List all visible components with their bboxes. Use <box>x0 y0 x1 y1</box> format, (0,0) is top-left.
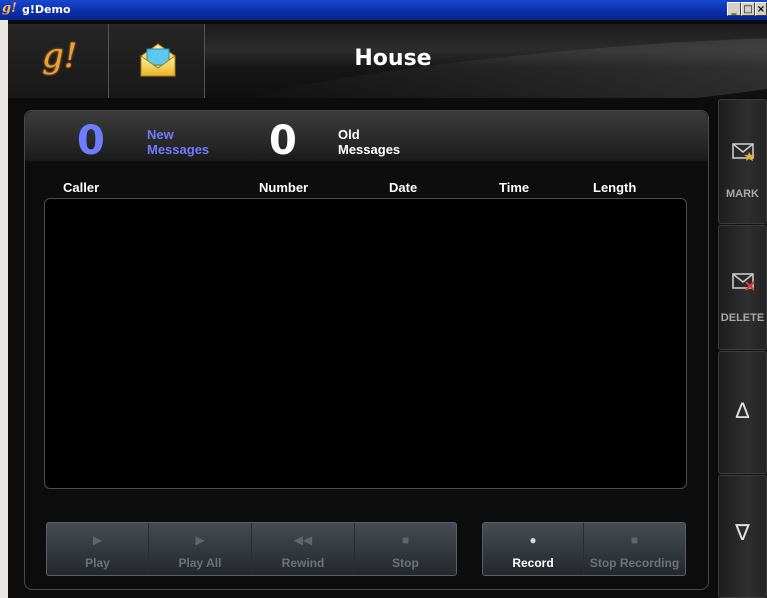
mail-button[interactable] <box>109 24 205 98</box>
delete-envelope-icon <box>732 273 755 291</box>
scroll-up-button[interactable]: Δ <box>718 351 767 474</box>
window-title-bar: g! g!Demo _ □ × <box>0 0 767 20</box>
logo-button[interactable]: g! <box>8 24 109 98</box>
play-all-button[interactable]: ▶ Play All <box>149 523 252 575</box>
header: g! House <box>8 24 767 98</box>
play-all-icon: ▶ <box>195 533 205 547</box>
column-header-caller[interactable]: Caller <box>63 180 99 195</box>
mark-envelope-icon <box>732 143 755 161</box>
rewind-button[interactable]: ◀◀ Rewind <box>252 523 355 575</box>
envelope-icon <box>140 43 176 77</box>
new-messages-count: 0 <box>77 118 105 164</box>
minimize-icon[interactable]: _ <box>727 2 741 16</box>
page-title: House <box>354 46 432 71</box>
right-sidebar: MARK DELETE Δ ∇ <box>718 99 767 598</box>
rewind-icon: ◀◀ <box>293 533 313 547</box>
app-area: g! House 0 New Messages 0 Old Messages C… <box>8 20 767 598</box>
column-header-length[interactable]: Length <box>593 180 636 195</box>
old-label-line2: Messages <box>338 142 401 157</box>
record-label: Record <box>512 556 554 570</box>
g-app-icon: g! <box>2 1 17 16</box>
g-logo: g! <box>42 36 78 76</box>
stop-label: Stop <box>392 556 419 570</box>
down-arrow-icon: ∇ <box>735 520 750 545</box>
delete-label: DELETE <box>720 312 765 324</box>
play-all-label: Play All <box>178 556 222 570</box>
new-label-line2: Messages <box>147 142 210 157</box>
close-icon[interactable]: × <box>755 2 767 16</box>
old-messages-label: Old Messages <box>338 127 400 157</box>
window-title: g!Demo <box>22 3 71 16</box>
play-label: Play <box>85 556 110 570</box>
record-icon: ● <box>529 533 537 547</box>
column-header-time[interactable]: Time <box>499 180 529 195</box>
maximize-icon[interactable]: □ <box>741 2 755 16</box>
new-messages-label: New Messages <box>147 127 209 157</box>
stop-recording-label: Stop Recording <box>589 556 680 570</box>
record-button[interactable]: ● Record <box>483 523 584 575</box>
play-icon: ▶ <box>92 533 103 547</box>
up-arrow-icon: Δ <box>735 398 750 423</box>
stop-recording-icon: ■ <box>630 533 639 547</box>
new-label-line1: New <box>147 127 174 142</box>
delete-button[interactable]: DELETE <box>718 225 767 350</box>
stop-icon: ■ <box>401 533 410 547</box>
mark-button[interactable]: MARK <box>718 99 767 224</box>
message-counts-bar: 0 New Messages 0 Old Messages <box>25 111 708 164</box>
old-label-line1: Old <box>338 127 360 142</box>
play-button[interactable]: ▶ Play <box>47 523 149 575</box>
rewind-label: Rewind <box>281 556 325 570</box>
stop-recording-button[interactable]: ■ Stop Recording <box>584 523 685 575</box>
stop-button[interactable]: ■ Stop <box>355 523 456 575</box>
messages-panel: 0 New Messages 0 Old Messages Caller Num… <box>24 110 709 590</box>
message-list[interactable] <box>44 198 687 489</box>
recording-controls: ● Record ■ Stop Recording <box>482 522 686 576</box>
column-header-date[interactable]: Date <box>389 180 417 195</box>
old-messages-count: 0 <box>269 118 297 164</box>
scroll-down-button[interactable]: ∇ <box>718 475 767 598</box>
playback-controls: ▶ Play ▶ Play All ◀◀ Rewind ■ Stop <box>46 522 457 576</box>
column-header-number[interactable]: Number <box>259 180 308 195</box>
mark-label: MARK <box>726 188 759 200</box>
